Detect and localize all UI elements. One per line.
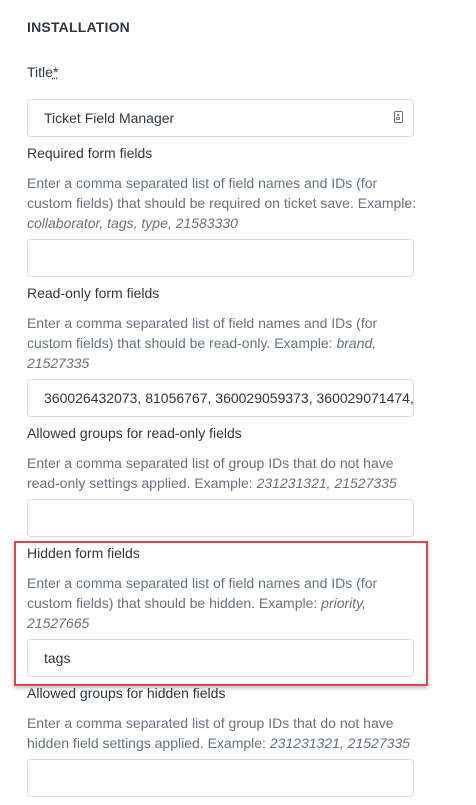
hidden-fields-input-value: tags [44,650,71,666]
readonly-groups-label: Allowed groups for read-only fields [27,425,242,441]
hidden-fields-hint: Enter a comma separated list of field na… [27,573,422,633]
readonly-groups-hint-example: 231231321, 21527335 [256,475,397,491]
hidden-groups-hint: Enter a comma separated list of group ID… [27,713,422,753]
readonly-groups-input[interactable] [27,499,414,537]
title-label: Title* [27,64,58,80]
readonly-fields-hint: Enter a comma separated list of field na… [27,313,422,373]
readonly-fields-hint-text: Enter a comma separated list of field na… [27,315,378,351]
readonly-groups-hint: Enter a comma separated list of group ID… [27,453,422,493]
contact-card-icon[interactable] [394,111,403,123]
required-fields-hint: Enter a comma separated list of field na… [27,173,422,233]
section-heading: INSTALLATION [27,19,130,35]
required-asterisk: * [52,64,59,80]
hidden-fields-input[interactable]: tags [27,639,414,677]
readonly-fields-label: Read-only form fields [27,285,160,301]
hidden-groups-hint-example: 231231321, 21527335 [269,735,410,751]
required-fields-hint-text: Enter a comma separated list of field na… [27,175,417,211]
required-fields-hint-example: collaborator, tags, type, 21583330 [27,215,238,231]
readonly-fields-input[interactable]: 360026432073, 81056767, 360029059373, 36… [27,379,414,417]
title-label-text: Title [27,64,53,80]
title-input[interactable]: Ticket Field Manager [27,99,414,137]
title-input-value: Ticket Field Manager [44,110,175,126]
required-fields-label: Required form fields [27,145,153,161]
hidden-groups-label: Allowed groups for hidden fields [27,685,226,701]
readonly-fields-input-value: 360026432073, 81056767, 360029059373, 36… [44,390,414,406]
required-fields-input[interactable] [27,239,414,277]
hidden-groups-input[interactable] [27,759,414,797]
hidden-fields-label: Hidden form fields [27,545,140,561]
